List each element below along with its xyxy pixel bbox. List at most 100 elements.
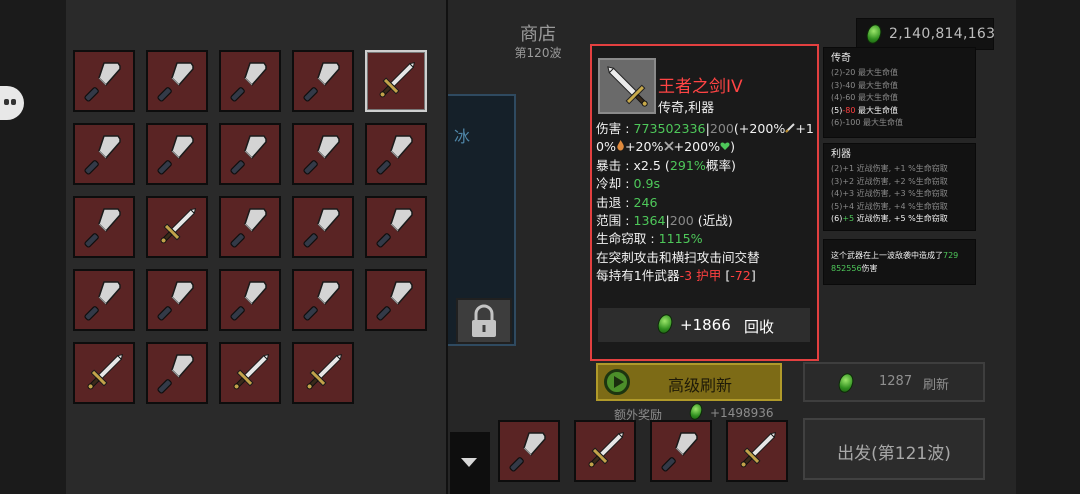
set-bonus-line: (2)-20 最大生命值 [831, 68, 898, 77]
armor-penalty: -3 护甲 [679, 268, 722, 284]
left-margin [0, 0, 66, 494]
shop-item-sword[interactable] [726, 420, 788, 482]
inventory-slot-sword[interactable] [292, 342, 354, 404]
inventory-slot-cleaver[interactable] [219, 50, 281, 112]
cleaver-icon [157, 354, 194, 394]
inventory-slot-sword[interactable] [219, 342, 281, 404]
cleaver-icon [84, 135, 121, 175]
refresh-cost: 1287 [879, 374, 913, 389]
cleaver-icon [376, 135, 413, 175]
start-next-wave-label: 出发(第121波) [837, 444, 951, 464]
knockback-value: 246 [633, 194, 658, 210]
description-2: 每持有1件武器-3 护甲 [-72] [596, 267, 814, 285]
shop-item-cleaver[interactable] [498, 420, 560, 482]
last-wave-suffix: 伤害 [861, 263, 878, 273]
shop-item-cleaver[interactable] [650, 420, 712, 482]
set-bonus-line: (3)-40 最大生命值 [831, 80, 898, 90]
damage-line-2: 0% +20% +200%) [596, 138, 814, 156]
currency-amount: 2,140,814,163 [889, 26, 996, 42]
inventory-slot-cleaver[interactable] [73, 196, 135, 258]
crit-value: x2.5 [633, 157, 661, 173]
cleaver-icon [157, 281, 194, 321]
damage-base: 200 [709, 121, 734, 136]
damage-bonus-2: +1 [795, 121, 814, 136]
play-icon [604, 369, 630, 395]
dropdown-arrow-button[interactable] [450, 432, 490, 494]
currency-display: 2,140,814,163 [856, 18, 996, 50]
inventory-slot-cleaver[interactable] [219, 123, 281, 185]
weapon-tooltip: 王者之剑IV 传奇,利器 伤害 : 773502336|200(+200% +1 … [590, 44, 819, 361]
sword-icon [87, 353, 124, 390]
inventory-slot-cleaver[interactable] [365, 196, 427, 258]
cleaver-icon [84, 208, 121, 248]
armor-close: ] [750, 268, 756, 284]
shop-item-sword[interactable] [574, 420, 636, 482]
inventory-slot-sword[interactable] [146, 196, 208, 258]
crit-line: 暴击 : x2.5 (291%概率) [596, 157, 814, 175]
cooldown-line: 冷却 : 0.9s [596, 175, 814, 193]
range-line: 范围 : 1364|200 (近战) [596, 212, 814, 230]
legendary-set-lines: (2)-20 最大生命值 (3)-40 最大生命值 (4)-60 最大生命值 (5)-… [831, 67, 975, 130]
inventory-slot-cleaver[interactable] [219, 269, 281, 331]
weapon-type: 传奇,利器 [658, 101, 715, 116]
cooldown-value: 0.9s [633, 176, 661, 192]
advanced-refresh-label: 高级刷新 [668, 376, 733, 395]
inventory-slot-cleaver[interactable] [73, 123, 135, 185]
knockback-line: 击退 : 246 [596, 194, 814, 212]
lock-icon [472, 304, 496, 337]
inventory-slot-cleaver[interactable] [73, 269, 135, 331]
lock-button[interactable] [456, 298, 512, 344]
sharp-set-title: 利器 [831, 149, 851, 160]
weapon-icon [598, 58, 656, 114]
last-wave-damage-panel: 这个武器在上一波敌袭中造成了729 852556伤害 [823, 239, 976, 285]
green-gem-icon [655, 312, 675, 336]
refresh-button[interactable]: 1287 刷新 [803, 362, 985, 402]
crit-open: ( [660, 157, 670, 173]
refresh-label: 刷新 [923, 378, 950, 393]
cleaver-icon [303, 62, 340, 102]
damage-bonus-4: +20% [624, 139, 664, 155]
inventory-slot-cleaver[interactable] [292, 123, 354, 185]
range-label: 范围 : [596, 213, 634, 229]
inventory-slot-sword[interactable] [365, 50, 427, 112]
set-bonus-line: (4)+3 近战伤害, +3 %生命窃取 [831, 189, 948, 199]
set-bonus-line: (3)+2 近战伤害, +2 %生命窃取 [831, 176, 948, 186]
right-margin [1016, 0, 1080, 494]
melee-icon [785, 123, 796, 133]
last-wave-damage-part2: 852556 [831, 263, 862, 273]
inventory-slot-cleaver[interactable] [365, 123, 427, 185]
cleaver-icon [303, 281, 340, 321]
cleaver-icon [84, 281, 121, 321]
weapon-name: 王者之剑IV [658, 77, 743, 97]
inventory-slot-cleaver[interactable] [219, 196, 281, 258]
start-next-wave-button[interactable]: 出发(第121波) [803, 418, 985, 480]
inventory-slot-cleaver[interactable] [292, 196, 354, 258]
inventory-slot-cleaver[interactable] [146, 123, 208, 185]
sword-icon [379, 61, 416, 98]
damage-bonus-3: 0% [596, 139, 616, 155]
heart-icon [720, 142, 730, 151]
game-screen: { "shop": {"title": "商店", "wave": "第120波… [0, 0, 1080, 494]
inventory-slot-cleaver[interactable] [146, 269, 208, 331]
cleaver-icon [303, 208, 340, 248]
inventory-slot-cleaver[interactable] [292, 50, 354, 112]
inventory-slot-cleaver[interactable] [73, 50, 135, 112]
last-wave-damage-part1: 729 [943, 251, 959, 260]
sword-icon [588, 431, 625, 468]
inventory-slot-cleaver[interactable] [365, 269, 427, 331]
last-wave-line-1: 这个武器在上一波敌袭中造成了729 [831, 250, 975, 263]
cleaver-icon [230, 62, 267, 102]
set-bonus-line: (6)+5 近战伤害, +5 %生命窃取 [831, 214, 948, 224]
recycle-button[interactable]: +1866 回收 [598, 308, 810, 342]
green-gem-icon [864, 22, 884, 46]
inventory-slot-cleaver[interactable] [292, 269, 354, 331]
inventory-slot-sword[interactable] [73, 342, 135, 404]
inventory-slot-cleaver[interactable] [146, 342, 208, 404]
knockback-label: 击退 : [596, 194, 634, 210]
legendary-set-panel: 传奇 (2)-20 最大生命值 (3)-40 最大生命值 (4)-60 最大生命值(… [823, 47, 976, 138]
range-value: 1364 [633, 213, 666, 229]
cleaver-icon [157, 135, 194, 175]
advanced-refresh-button[interactable]: 高级刷新 [596, 363, 782, 401]
inventory-slot-cleaver[interactable] [146, 50, 208, 112]
cooldown-label: 冷却 : [596, 176, 634, 192]
